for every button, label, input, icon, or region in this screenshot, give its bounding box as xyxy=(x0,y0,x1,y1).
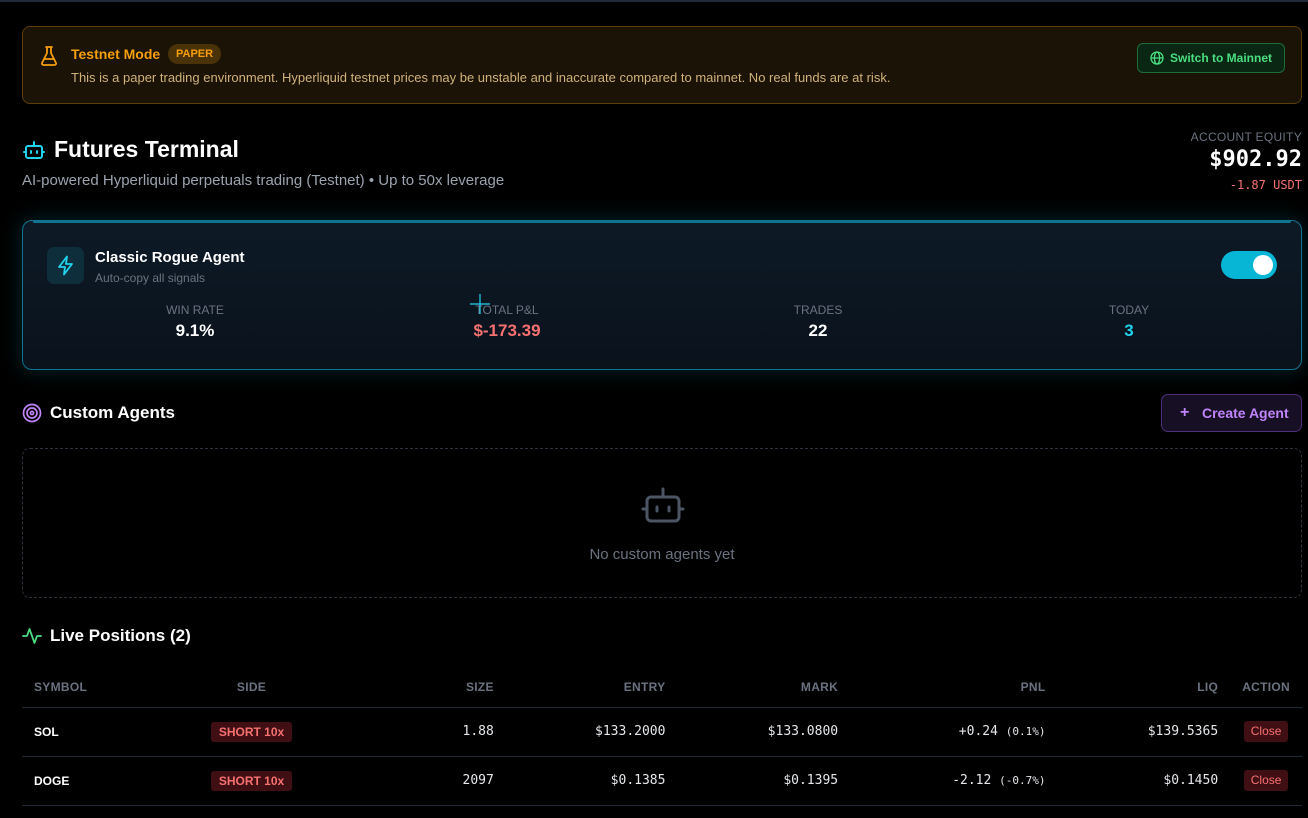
table-header-row: SYMBOL SIDE SIZE ENTRY MARK PNL LIQ ACTI… xyxy=(22,667,1302,708)
bot-icon xyxy=(23,141,45,159)
account-equity-change: -1.87 USDT xyxy=(1229,178,1302,192)
classic-agent-card: Classic Rogue Agent Auto-copy all signal… xyxy=(22,220,1302,370)
column-header-pnl: PNL xyxy=(850,667,1058,708)
positions-table: SYMBOL SIDE SIZE ENTRY MARK PNL LIQ ACTI… xyxy=(22,667,1302,806)
agent-icon-box xyxy=(47,247,84,284)
position-mark: $0.1395 xyxy=(677,756,851,806)
total-pnl-value: $-173.39 xyxy=(473,321,541,340)
position-size: 2097 xyxy=(351,756,506,806)
create-agent-button[interactable]: + Create Agent xyxy=(1161,394,1302,432)
pnl-percent: (-0.7%) xyxy=(999,774,1046,787)
close-position-button[interactable]: Close xyxy=(1243,721,1289,742)
column-header-entry: ENTRY xyxy=(505,667,678,708)
close-position-button[interactable]: Close xyxy=(1243,770,1289,791)
account-equity-label: ACCOUNT EQUITY xyxy=(1190,130,1302,144)
page-subtitle: AI-powered Hyperliquid perpetuals tradin… xyxy=(22,172,505,189)
position-liq: $139.5365 xyxy=(1057,707,1231,757)
column-header-liq: LIQ xyxy=(1057,667,1231,708)
create-agent-label: Create Agent xyxy=(1202,405,1289,421)
column-header-size: SIZE xyxy=(351,667,506,708)
column-header-symbol: SYMBOL xyxy=(22,667,152,708)
bot-placeholder-icon xyxy=(641,487,685,523)
custom-agents-title: Custom Agents xyxy=(50,403,175,422)
position-side-cell: SHORT 10x xyxy=(151,756,352,806)
today-label: TODAY xyxy=(1108,303,1150,317)
toggle-knob xyxy=(1253,255,1273,275)
switch-to-mainnet-button[interactable]: Switch to Mainnet xyxy=(1137,43,1285,73)
paper-badge: PAPER xyxy=(168,44,222,64)
column-header-side: SIDE xyxy=(151,667,352,708)
stat-total-pnl: TOTAL P&L $-173.39 xyxy=(427,303,587,341)
pnl-percent: (0.1%) xyxy=(1005,725,1046,738)
side-badge: SHORT 10x xyxy=(210,721,293,742)
position-symbol: SOL xyxy=(22,707,152,757)
pnl-value: +0.24 xyxy=(958,724,998,739)
position-size: 1.88 xyxy=(351,707,506,757)
column-header-mark: MARK xyxy=(677,667,851,708)
agent-enabled-toggle[interactable] xyxy=(1221,251,1277,279)
position-entry: $0.1385 xyxy=(505,756,678,806)
plus-icon: + xyxy=(1180,404,1190,421)
today-value: 3 xyxy=(1124,321,1134,340)
column-header-action: ACTION xyxy=(1230,667,1302,708)
trades-value: 22 xyxy=(808,321,828,340)
agent-name: Classic Rogue Agent xyxy=(95,249,245,266)
top-border xyxy=(0,0,1308,2)
testnet-banner: Testnet Mode PAPER This is a paper tradi… xyxy=(22,26,1302,104)
stat-trades: TRADES 22 xyxy=(738,303,898,341)
banner-message: This is a paper trading environment. Hyp… xyxy=(71,70,891,85)
trades-label: TRADES xyxy=(793,303,843,317)
page-title: Futures Terminal xyxy=(54,136,239,162)
position-entry: $133.2000 xyxy=(505,707,678,757)
side-badge: SHORT 10x xyxy=(210,770,293,791)
switch-to-mainnet-label: Switch to Mainnet xyxy=(1170,51,1272,65)
position-symbol: DOGE xyxy=(22,756,152,806)
win-rate-value: 9.1% xyxy=(175,321,215,340)
position-pnl: +0.24 (0.1%) xyxy=(850,707,1058,757)
custom-agents-empty-state: No custom agents yet xyxy=(22,448,1302,598)
position-liq: $0.1450 xyxy=(1057,756,1231,806)
pnl-value: -2.12 xyxy=(952,773,992,788)
table-row: SOL SHORT 10x 1.88 $133.2000 $133.0800 +… xyxy=(22,707,1302,757)
position-action-cell: Close xyxy=(1230,756,1302,806)
account-equity-value: $902.92 xyxy=(1209,147,1302,172)
banner-title: Testnet Mode xyxy=(71,46,161,62)
live-positions-title: Live Positions (2) xyxy=(50,626,191,645)
position-pnl: -2.12 (-0.7%) xyxy=(850,756,1058,806)
win-rate-label: WIN RATE xyxy=(166,303,224,317)
stat-today: TODAY 3 xyxy=(1049,303,1209,341)
table-row: DOGE SHORT 10x 2097 $0.1385 $0.1395 -2.1… xyxy=(22,756,1302,806)
globe-icon xyxy=(1150,51,1164,65)
empty-state-text: No custom agents yet xyxy=(589,546,735,563)
total-pnl-label: TOTAL P&L xyxy=(475,303,539,317)
position-action-cell: Close xyxy=(1230,707,1302,757)
cursor-crosshair-icon xyxy=(470,294,490,314)
activity-icon xyxy=(22,628,42,644)
flask-icon xyxy=(41,46,57,66)
target-icon xyxy=(22,403,42,423)
lightning-icon xyxy=(58,255,73,276)
position-side-cell: SHORT 10x xyxy=(151,707,352,757)
stat-win-rate: WIN RATE 9.1% xyxy=(115,303,275,341)
position-mark: $133.0800 xyxy=(677,707,851,757)
agent-subtitle: Auto-copy all signals xyxy=(95,271,206,285)
